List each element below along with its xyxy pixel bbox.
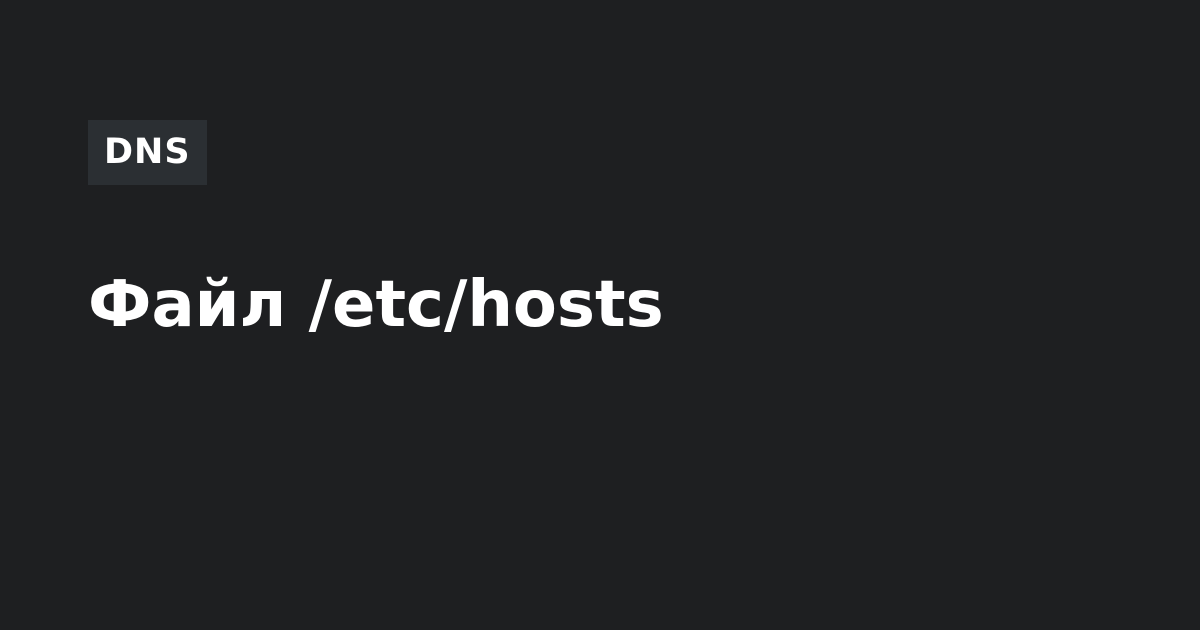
category-tag: DNS (88, 120, 207, 185)
category-tag-label: DNS (104, 132, 191, 172)
share-card: DNS Файл /etc/hosts (0, 0, 1200, 630)
page-title: Файл /etc/hosts (88, 268, 664, 342)
